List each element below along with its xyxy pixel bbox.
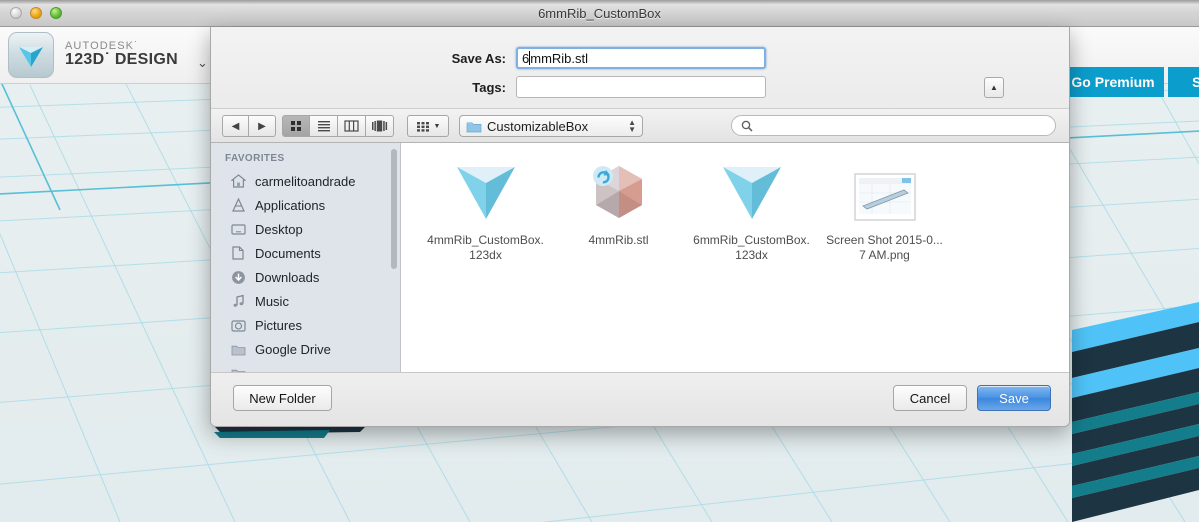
downloads-icon (230, 270, 247, 285)
file-browser-content[interactable]: 4mmRib_CustomBox.123dx 4mmRib.stl 6mmRib… (401, 143, 1069, 372)
save-dialog-footer: New Folder Cancel Save (211, 372, 1069, 426)
sidebar-item-home[interactable]: carmelitoandrade (211, 169, 400, 193)
file-name: 6mmRib_CustomBox.123dx (693, 233, 810, 262)
sidebar-item-label: Music (255, 293, 289, 309)
save-dialog-body: FAVORITES carmelitoandrade Applications … (211, 143, 1069, 372)
save-as-label: Save As: (451, 50, 506, 66)
chevron-down-icon[interactable]: ⌄ (197, 55, 208, 71)
folder-icon (466, 121, 482, 132)
sign-in-button[interactable]: Sig (1168, 67, 1199, 97)
coverflow-view-button[interactable] (366, 115, 394, 137)
home-icon (230, 174, 247, 189)
file-name: Screen Shot 2015-0...7 AM.png (826, 233, 943, 262)
file-item[interactable]: 4mmRib_CustomBox.123dx (419, 157, 552, 263)
music-icon (230, 294, 247, 309)
sidebar-item-downloads[interactable]: Downloads (211, 265, 400, 289)
save-as-row: Save As: 6 mmRib.stl (211, 47, 1069, 69)
arrange-by-button[interactable]: ▼ (407, 115, 449, 137)
search-input[interactable] (731, 115, 1056, 136)
go-premium-button[interactable]: Go Premium (1062, 67, 1164, 97)
favorites-sidebar[interactable]: FAVORITES carmelitoandrade Applications … (211, 143, 401, 372)
finder-toolbar: ◀ ▶ ▼ CustomizableBox ▲ ▼ (211, 108, 1069, 143)
123dx-file-icon (719, 157, 785, 223)
save-dialog[interactable]: Save As: 6 mmRib.stl Tags: ▲ ◀ ▶ ▼ Custo… (210, 27, 1070, 427)
sidebar-item-partial[interactable] (211, 361, 400, 372)
png-thumbnail-icon (853, 157, 916, 223)
icon-view-button[interactable] (282, 115, 310, 137)
cancel-button[interactable]: Cancel (893, 385, 967, 411)
back-button[interactable]: ◀ (222, 115, 249, 137)
save-dialog-fields: Save As: 6 mmRib.stl Tags: ▲ (211, 27, 1069, 108)
tags-input[interactable] (516, 76, 766, 98)
sidebar-scrollbar[interactable] (391, 149, 397, 269)
sidebar-item-label: Downloads (255, 269, 320, 285)
navigation-buttons: ◀ ▶ (222, 115, 276, 137)
sidebar-section-header: FAVORITES (225, 153, 285, 164)
sidebar-item-applications[interactable]: Applications (211, 193, 400, 217)
sidebar-item-label: Documents (255, 245, 321, 261)
forward-button[interactable]: ▶ (249, 115, 276, 137)
sidebar-item-pictures[interactable]: Pictures (211, 313, 400, 337)
autodesk-123d-logo-icon (8, 32, 54, 78)
view-mode-buttons (282, 115, 394, 137)
stepper-arrows-icon: ▲ ▼ (628, 118, 636, 134)
window-title-bar[interactable]: 6mmRib_CustomBox (0, 0, 1199, 27)
sidebar-item-label: Applications (255, 197, 326, 213)
file-name: 4mmRib_CustomBox.123dx (427, 233, 544, 262)
expand-toggle-button[interactable]: ▲ (984, 77, 1004, 98)
window-title: 6mmRib_CustomBox (538, 6, 661, 21)
brand-line-product: 123D˙ DESIGN (65, 51, 178, 69)
file-icon-grid: 4mmRib_CustomBox.123dx 4mmRib.stl 6mmRib… (401, 157, 1069, 263)
tags-label: Tags: (472, 79, 506, 95)
documents-icon (230, 246, 247, 261)
pictures-icon (230, 318, 247, 333)
sidebar-item-label: Pictures (255, 317, 302, 333)
file-name: 4mmRib.stl (588, 233, 649, 247)
sidebar-item-label: Google Drive (255, 341, 331, 357)
save-as-input[interactable]: 6 mmRib.stl (516, 47, 766, 69)
brand-text: AUTODESK˙ 123D˙ DESIGN (65, 40, 178, 69)
file-item[interactable]: 4mmRib.stl (552, 157, 685, 263)
save-button[interactable]: Save (977, 385, 1051, 411)
save-as-value-head: 6 (522, 50, 530, 66)
new-folder-button[interactable]: New Folder (233, 385, 332, 411)
path-popup-label: CustomizableBox (487, 118, 589, 134)
list-view-button[interactable] (310, 115, 338, 137)
chevron-down-icon: ▼ (433, 122, 441, 130)
path-popup-button[interactable]: CustomizableBox ▲ ▼ (459, 115, 643, 137)
sidebar-item-label: Desktop (255, 221, 303, 237)
sidebar-item-documents[interactable]: Documents (211, 241, 400, 265)
sidebar-item-music[interactable]: Music (211, 289, 400, 313)
desktop-icon (230, 222, 247, 237)
app-brand[interactable]: AUTODESK˙ 123D˙ DESIGN (8, 32, 178, 78)
folder-icon (230, 342, 247, 357)
stl-file-icon (586, 157, 652, 223)
column-view-button[interactable] (338, 115, 366, 137)
search-icon (741, 120, 753, 132)
tags-row: Tags: (211, 76, 1069, 98)
applications-icon (230, 198, 247, 213)
sidebar-item-desktop[interactable]: Desktop (211, 217, 400, 241)
sidebar-item-label: carmelitoandrade (255, 173, 356, 189)
123dx-file-icon (453, 157, 519, 223)
file-item[interactable]: 6mmRib_CustomBox.123dx (685, 157, 818, 263)
file-item[interactable]: Screen Shot 2015-0...7 AM.png (818, 157, 951, 263)
sidebar-item-google-drive[interactable]: Google Drive (211, 337, 400, 361)
save-as-value-tail: mmRib.stl (530, 50, 589, 66)
